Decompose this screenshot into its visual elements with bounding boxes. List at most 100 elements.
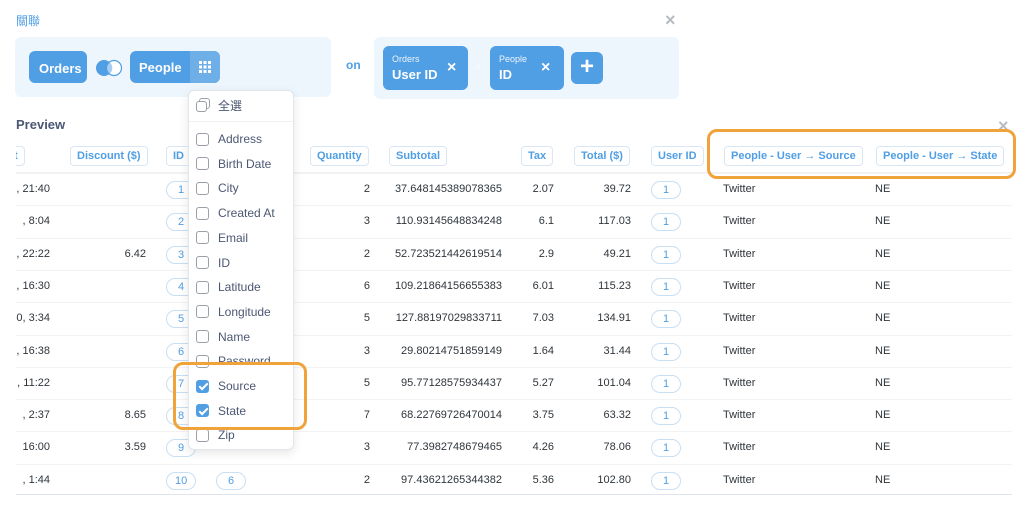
- table-row: , 11:22 7 5 95.77128575934437 5.27 101.04 1 Twi…: [16, 366, 1012, 399]
- right-table-button[interactable]: People: [130, 51, 220, 83]
- close-join-icon[interactable]: ×: [665, 11, 676, 29]
- cell-subtotal: 109.21864156655383: [394, 279, 502, 292]
- cell-quantity: 2: [363, 247, 370, 260]
- column-option-label: City: [218, 181, 239, 196]
- cell-user-id[interactable]: 1: [651, 181, 681, 199]
- table-row: , 21:40 1 2 37.648145389078365 2.07 39.72 1 Twi…: [16, 173, 1012, 205]
- checkbox[interactable]: [196, 231, 209, 245]
- cell-tax: 2.9: [538, 247, 554, 260]
- cell-total: 31.44: [603, 344, 631, 357]
- header-subtotal[interactable]: Subtotal: [389, 146, 447, 166]
- cell-subtotal: 37.648145389078365: [394, 183, 502, 195]
- header-created-at[interactable]: At: [16, 146, 25, 166]
- checkbox[interactable]: [196, 428, 209, 442]
- cell-tax: 2.07: [532, 183, 554, 195]
- column-option-created-at[interactable]: Created At: [196, 203, 275, 223]
- cell-total: 134.91: [597, 312, 631, 325]
- header-total[interactable]: Total ($): [574, 146, 630, 166]
- column-option-address[interactable]: Address: [196, 129, 262, 149]
- remove-right-field-icon[interactable]: ×: [541, 59, 550, 77]
- left-table-button[interactable]: Orders: [29, 51, 87, 83]
- cell-subtotal: 110.93145648834248: [395, 215, 502, 228]
- checkbox[interactable]: [196, 206, 209, 220]
- table-row: , 22:22 6.42 3 2 52.723521442619514 2.9 49.21 1…: [16, 237, 1012, 270]
- cell-source: Twitter: [723, 279, 756, 292]
- right-field-button[interactable]: People ID ×: [490, 46, 564, 90]
- cell-product-id[interactable]: 6: [216, 471, 246, 490]
- checked-checkbox[interactable]: [196, 404, 209, 418]
- checkbox[interactable]: [196, 305, 209, 319]
- cell-created-at: , 22:22: [16, 247, 50, 260]
- cell-user-id[interactable]: 1: [651, 310, 681, 329]
- column-option-label: Longitude: [218, 304, 271, 319]
- column-option-source[interactable]: Source: [196, 376, 256, 396]
- checkbox[interactable]: [196, 330, 209, 344]
- cell-total: 117.03: [598, 215, 631, 228]
- cell-source: Twitter: [723, 409, 756, 422]
- cell-source: Twitter: [723, 473, 756, 486]
- column-option-name[interactable]: Name: [196, 327, 250, 347]
- header-tax[interactable]: Tax: [521, 146, 554, 166]
- cell-source: Twitter: [723, 247, 756, 260]
- table-row: , 16:30 4 6 109.21864156655383 6.01 115.23 1 Tw…: [16, 269, 1012, 302]
- column-option-longitude[interactable]: Longitude: [196, 302, 271, 322]
- column-option-email[interactable]: Email: [196, 228, 248, 248]
- cell-total: 78.06: [603, 441, 631, 454]
- checkbox[interactable]: [196, 181, 209, 195]
- column-option-latitude[interactable]: Latitude: [196, 277, 261, 297]
- left-table-label: Orders: [39, 61, 82, 76]
- column-option-label: ID: [218, 255, 230, 270]
- checkbox[interactable]: [196, 157, 209, 171]
- header-people-source[interactable]: People - User → Source: [724, 146, 863, 166]
- table-row: , 8:04 2 3 110.93145648834248 6.1 117.03 1 Twit…: [16, 205, 1012, 237]
- cell-user-id[interactable]: 1: [651, 342, 681, 361]
- left-field-button[interactable]: Orders User ID ×: [383, 46, 468, 90]
- column-option-zip[interactable]: Zip: [196, 425, 235, 445]
- cell-id[interactable]: 10: [166, 471, 197, 490]
- remove-left-field-icon[interactable]: ×: [447, 59, 456, 77]
- cell-user-id[interactable]: 1: [651, 407, 681, 426]
- select-all-option[interactable]: 全選: [196, 95, 242, 115]
- columns-grid-icon[interactable]: [190, 51, 220, 83]
- header-people-state[interactable]: People - User → State: [876, 146, 1005, 166]
- column-option-birth-date[interactable]: Birth Date: [196, 154, 271, 174]
- checkbox[interactable]: [196, 280, 209, 294]
- close-preview-icon[interactable]: ×: [998, 117, 1009, 135]
- checkbox[interactable]: [196, 354, 209, 368]
- cell-source: Twitter: [723, 344, 756, 357]
- left-field-name: User ID: [392, 67, 438, 82]
- cell-total: 49.21: [603, 247, 631, 260]
- column-option-password[interactable]: Password: [196, 351, 271, 371]
- cell-tax: 5.27: [532, 376, 554, 389]
- cell-state: NE: [875, 344, 891, 357]
- cell-tax: 7.03: [532, 312, 554, 325]
- cell-total: 101.04: [597, 376, 631, 389]
- column-option-label: Latitude: [218, 280, 261, 295]
- column-option-state[interactable]: State: [196, 401, 246, 421]
- cell-source: Twitter: [723, 183, 756, 195]
- cell-user-id[interactable]: 1: [651, 374, 681, 393]
- cell-subtotal: 97.43621265344382: [401, 473, 502, 486]
- header-user-id[interactable]: User ID: [651, 146, 704, 166]
- join-type-icon[interactable]: [94, 59, 124, 77]
- cell-state: NE: [875, 247, 891, 260]
- column-option-label: Password: [218, 354, 271, 369]
- cell-user-id[interactable]: 1: [651, 439, 681, 458]
- header-quantity[interactable]: Quantity: [310, 146, 369, 166]
- column-option-id[interactable]: ID: [196, 253, 230, 273]
- cell-user-id[interactable]: 1: [651, 245, 681, 264]
- cell-discount: 3.59: [124, 441, 146, 454]
- add-condition-button[interactable]: +: [571, 52, 603, 84]
- column-option-label: Birth Date: [218, 156, 272, 171]
- checkbox[interactable]: [196, 132, 209, 146]
- cell-subtotal: 77.3982748679465: [407, 441, 502, 454]
- cell-quantity: 5: [363, 376, 370, 389]
- checked-checkbox[interactable]: [196, 379, 209, 393]
- column-option-label: Zip: [218, 428, 235, 443]
- cell-user-id[interactable]: 1: [651, 213, 681, 232]
- cell-user-id[interactable]: 1: [651, 277, 681, 296]
- checkbox[interactable]: [196, 256, 209, 269]
- cell-user-id[interactable]: 1: [651, 471, 681, 490]
- header-discount[interactable]: Discount ($): [70, 146, 148, 166]
- column-option-city[interactable]: City: [196, 178, 239, 198]
